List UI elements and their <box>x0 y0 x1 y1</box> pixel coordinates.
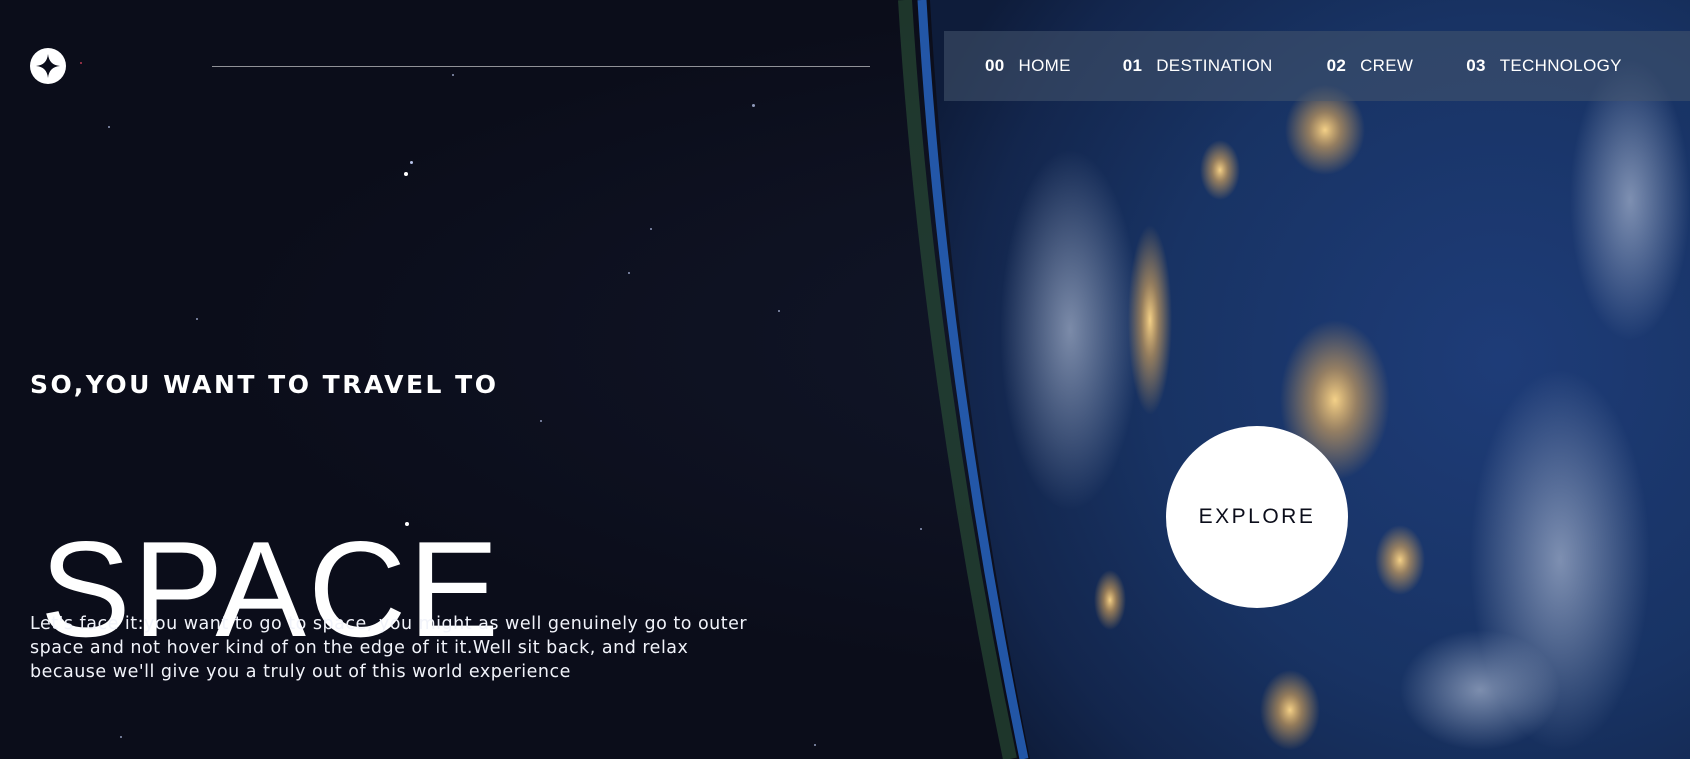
main-navigation: 00 HOME 01 DESTINATION 02 CREW 03 TECHNO… <box>944 31 1690 101</box>
hero-description: Let's face it:you want to go to space, y… <box>30 613 748 682</box>
logo-icon[interactable] <box>30 48 66 84</box>
hero-eyebrow: SO,YOU WANT TO TRAVEL TO <box>30 370 499 399</box>
nav-number: 01 <box>1122 56 1143 75</box>
header-divider-line <box>212 66 870 67</box>
nav-item-technology[interactable]: 03 TECHNOLOGY <box>1466 31 1622 101</box>
nav-item-home[interactable]: 00 HOME <box>985 31 1071 101</box>
nav-label: HOME <box>1018 56 1071 75</box>
nav-label: TECHNOLOGY <box>1499 56 1622 75</box>
nav-number: 00 <box>985 56 1005 75</box>
nav-item-destination[interactable]: 01 DESTINATION <box>1123 31 1273 101</box>
four-point-star-icon <box>36 54 60 78</box>
nav-number: 03 <box>1466 56 1486 75</box>
explore-button[interactable]: EXPLORE <box>1166 426 1348 608</box>
nav-item-crew[interactable]: 02 CREW <box>1327 31 1414 101</box>
nav-label: CREW <box>1360 56 1414 75</box>
nav-label: DESTINATION <box>1156 56 1273 75</box>
nav-number: 02 <box>1326 56 1347 75</box>
